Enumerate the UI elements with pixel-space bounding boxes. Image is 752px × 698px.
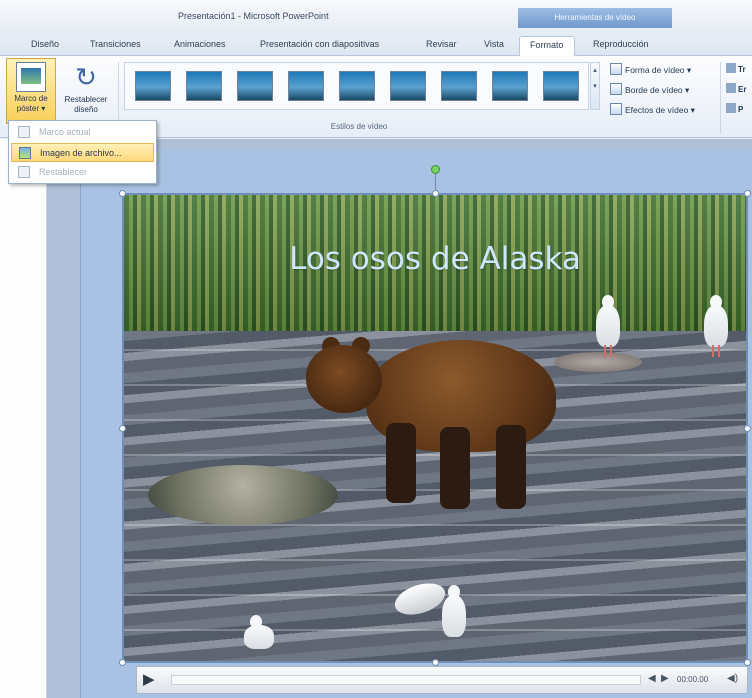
video-style-thumbnail[interactable] [390, 71, 426, 101]
video-shape-button[interactable]: Forma de vídeo ▾ [610, 63, 691, 79]
video-tools-tab-group: Herramientas de vídeo [518, 8, 672, 28]
video-style-thumbnail[interactable] [492, 71, 528, 101]
gallery-scroll-buttons[interactable]: ▴ ▾ [590, 62, 600, 110]
resize-handle[interactable] [744, 659, 751, 666]
resize-handle[interactable] [744, 425, 751, 432]
poster-frame-label: Marco de póster ▾ [14, 94, 48, 113]
resize-handle[interactable] [744, 190, 751, 197]
slide-thumbnail-pane[interactable] [0, 139, 47, 698]
tab-reproduccion[interactable]: Reproducción [593, 39, 649, 49]
video-style-thumbnail[interactable] [186, 71, 222, 101]
seagull-legs [604, 345, 612, 357]
poster-frame-icon [16, 62, 46, 92]
resize-handle[interactable] [432, 659, 439, 666]
poster-frame-menu: Marco actual Imagen de archivo... Restab… [8, 120, 157, 184]
video-border-icon [610, 83, 622, 95]
video-style-thumbnail[interactable] [288, 71, 324, 101]
video-border-label: Borde de vídeo ▾ [625, 85, 690, 95]
title-bar: Presentación1 - Microsoft PowerPoint Her… [0, 0, 752, 36]
tab-animaciones[interactable]: Animaciones [174, 39, 226, 49]
video-style-thumbnail[interactable] [237, 71, 273, 101]
video-style-thumbnail[interactable] [135, 71, 171, 101]
resize-handle[interactable] [432, 190, 439, 197]
group-divider [720, 62, 721, 134]
tab-formato[interactable]: Formato [519, 36, 575, 57]
video-style-thumbnail[interactable] [339, 71, 375, 101]
seagull-legs [712, 345, 720, 357]
cut-command[interactable]: Er [726, 83, 746, 94]
video-effects-button[interactable]: Efectos de vídeo ▾ [610, 103, 695, 119]
video-poster[interactable]: Los osos de Alaska [122, 193, 748, 663]
seagull [596, 295, 620, 347]
tab-vista[interactable]: Vista [484, 39, 504, 49]
bear-leg [440, 427, 470, 509]
video-shape-icon [610, 63, 622, 75]
bear-leg [386, 423, 416, 503]
rotate-handle[interactable] [431, 165, 440, 174]
tab-presentacion[interactable]: Presentación con diapositivas [260, 39, 379, 49]
image-file-icon [19, 147, 31, 159]
video-progress-bar[interactable] [171, 675, 641, 685]
tab-revisar[interactable]: Revisar [426, 39, 457, 49]
cut-command[interactable]: Tr [726, 63, 746, 74]
tab-diseno[interactable]: Diseño [31, 39, 59, 49]
slide-title: Los osos de Alaska [289, 241, 581, 277]
menu-item-current-frame[interactable]: Marco actual [11, 123, 154, 142]
bear-head [306, 345, 382, 413]
menu-item-label: Marco actual [39, 127, 91, 137]
resize-handle[interactable] [119, 190, 126, 197]
window-title: Presentación1 - Microsoft PowerPoint [178, 11, 329, 21]
play-icon[interactable]: ▶ [143, 671, 161, 689]
seagull [442, 585, 466, 637]
video-style-thumbnail[interactable] [543, 71, 579, 101]
menu-item-reset[interactable]: Restablecer [11, 163, 154, 182]
tab-transiciones[interactable]: Transiciones [90, 39, 141, 49]
video-effects-label: Efectos de vídeo ▾ [625, 105, 695, 115]
cut-command-label: P [738, 105, 744, 114]
video-styles-gallery [124, 62, 589, 110]
reset-design-icon: ↻ [75, 62, 97, 92]
menu-item-label: Imagen de archivo... [40, 148, 122, 158]
video-styles-group-label: Estilos de vídeo [330, 122, 388, 131]
volume-icon[interactable]: ◀) [727, 673, 738, 684]
bear-leg [496, 425, 526, 509]
resize-handle[interactable] [119, 659, 126, 666]
poster-frame-button[interactable]: Marco de póster ▾ [6, 58, 56, 124]
video-controls: ▶ ◀ ▶ 00:00.00 ◀) [136, 666, 748, 694]
step-back-icon[interactable]: ◀ [648, 673, 656, 684]
playback-time: 00:00.00 [677, 675, 709, 684]
cut-command-label: Tr [738, 65, 746, 74]
video-border-button[interactable]: Borde de vídeo ▾ [610, 83, 689, 99]
seagull [704, 295, 728, 347]
menu-item-image-file[interactable]: Imagen de archivo... [11, 143, 154, 162]
cut-command-label: Er [738, 85, 747, 94]
reset-design-button[interactable]: ↻ Restablecer diseño [58, 58, 114, 124]
resize-handle[interactable] [119, 425, 126, 432]
video-style-thumbnail[interactable] [441, 71, 477, 101]
cut-command[interactable]: P [726, 103, 743, 114]
reset-icon [18, 166, 30, 178]
video-shape-label: Forma de vídeo ▾ [625, 65, 692, 75]
step-forward-icon[interactable]: ▶ [661, 673, 669, 684]
reset-design-label: Restablecer diseño [64, 95, 108, 114]
video-effects-icon [610, 103, 622, 115]
seagull [244, 615, 274, 649]
rock-right [554, 352, 642, 372]
menu-item-label: Restablecer [39, 167, 88, 177]
rock-left [148, 465, 338, 525]
current-frame-icon [18, 126, 30, 138]
ribbon-tabs: Diseño Transiciones Animaciones Presenta… [0, 36, 752, 57]
